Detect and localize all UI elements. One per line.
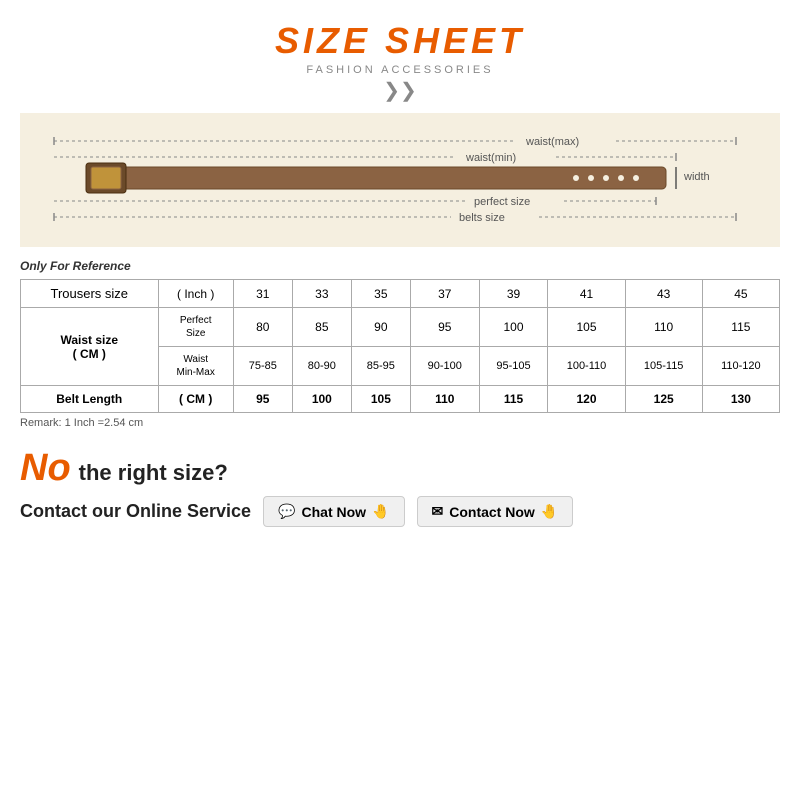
title-section: SIZE SHEET FASHION ACCESSORIES ❯❯ [275,20,525,109]
main-title: SIZE SHEET [275,20,525,62]
inch-header: ( Inch ) [158,280,233,308]
bl-100: 100 [292,386,351,413]
bl-105: 105 [351,386,410,413]
contact-now-label: Contact Now [449,504,535,520]
belt-diagram: waist(max) waist(min) width [20,113,780,247]
hand-icon-contact: 🤚 [541,503,558,520]
right-size-text: the right size? [79,460,228,486]
col-43: 43 [625,280,702,308]
chat-now-button[interactable]: 💬 Chat Now 🤚 [263,496,404,527]
belt-length-label: Belt Length [21,386,159,413]
chat-icon: 💬 [278,503,295,520]
trousers-size-header: Trousers size [21,280,159,308]
ps-80: 80 [233,308,292,347]
col-37: 37 [410,280,479,308]
bl-130: 130 [702,386,779,413]
wmm-90-100: 90-100 [410,347,479,386]
wmm-80-90: 80-90 [292,347,351,386]
waist-size-label: Waist size( CM ) [21,308,159,386]
table-header-row: Trousers size ( Inch ) 31 33 35 37 39 41… [21,280,780,308]
chat-now-label: Chat Now [302,504,367,520]
svg-text:waist(min): waist(min) [465,152,516,164]
no-text: No [20,447,71,490]
svg-text:perfect size: perfect size [474,196,530,208]
ps-100: 100 [479,308,548,347]
bottom-section: No the right size? Contact our Online Se… [20,447,780,527]
bl-125: 125 [625,386,702,413]
col-31: 31 [233,280,292,308]
svg-text:belts size: belts size [459,212,505,224]
ps-110: 110 [625,308,702,347]
col-35: 35 [351,280,410,308]
bl-110: 110 [410,386,479,413]
waist-minmax-label: WaistMin-Max [158,347,233,386]
wmm-100-110: 100-110 [548,347,625,386]
contact-now-button[interactable]: ✉ Contact Now 🤚 [417,496,574,527]
perfect-size-row: Waist size( CM ) PerfectSize 80 85 90 95… [21,308,780,347]
no-size-line: No the right size? [20,447,780,490]
bl-95: 95 [233,386,292,413]
belt-length-row: Belt Length ( CM ) 95 100 105 110 115 12… [21,386,780,413]
only-ref-label: Only For Reference [20,259,780,273]
ps-90: 90 [351,308,410,347]
sub-title: FASHION ACCESSORIES [275,64,525,76]
wmm-85-95: 85-95 [351,347,410,386]
bl-120: 120 [548,386,625,413]
wmm-105-115: 105-115 [625,347,702,386]
ps-85: 85 [292,308,351,347]
col-39: 39 [479,280,548,308]
chevron-icon: ❯❯ [275,78,525,103]
contact-line: Contact our Online Service 💬 Chat Now 🤚 … [20,496,780,527]
svg-text:width: width [683,171,710,183]
belt-svg: waist(max) waist(min) width [36,127,756,232]
ps-115: 115 [702,308,779,347]
contact-label: Contact our Online Service [20,501,251,522]
col-41: 41 [548,280,625,308]
wmm-95-105: 95-105 [479,347,548,386]
bl-115: 115 [479,386,548,413]
hand-icon-chat: 🤚 [372,503,389,520]
size-table: Trousers size ( Inch ) 31 33 35 37 39 41… [20,279,780,413]
col-45: 45 [702,280,779,308]
wmm-110-120: 110-120 [702,347,779,386]
perfect-size-label: PerfectSize [158,308,233,347]
ps-105: 105 [548,308,625,347]
email-icon: ✉ [432,503,444,520]
wmm-75-85: 75-85 [233,347,292,386]
ps-95: 95 [410,308,479,347]
belt-length-unit: ( CM ) [158,386,233,413]
table-section: Only For Reference Trousers size ( Inch … [20,259,780,429]
svg-text:waist(max): waist(max) [525,136,579,148]
remark-text: Remark: 1 Inch =2.54 cm [20,417,780,429]
col-33: 33 [292,280,351,308]
